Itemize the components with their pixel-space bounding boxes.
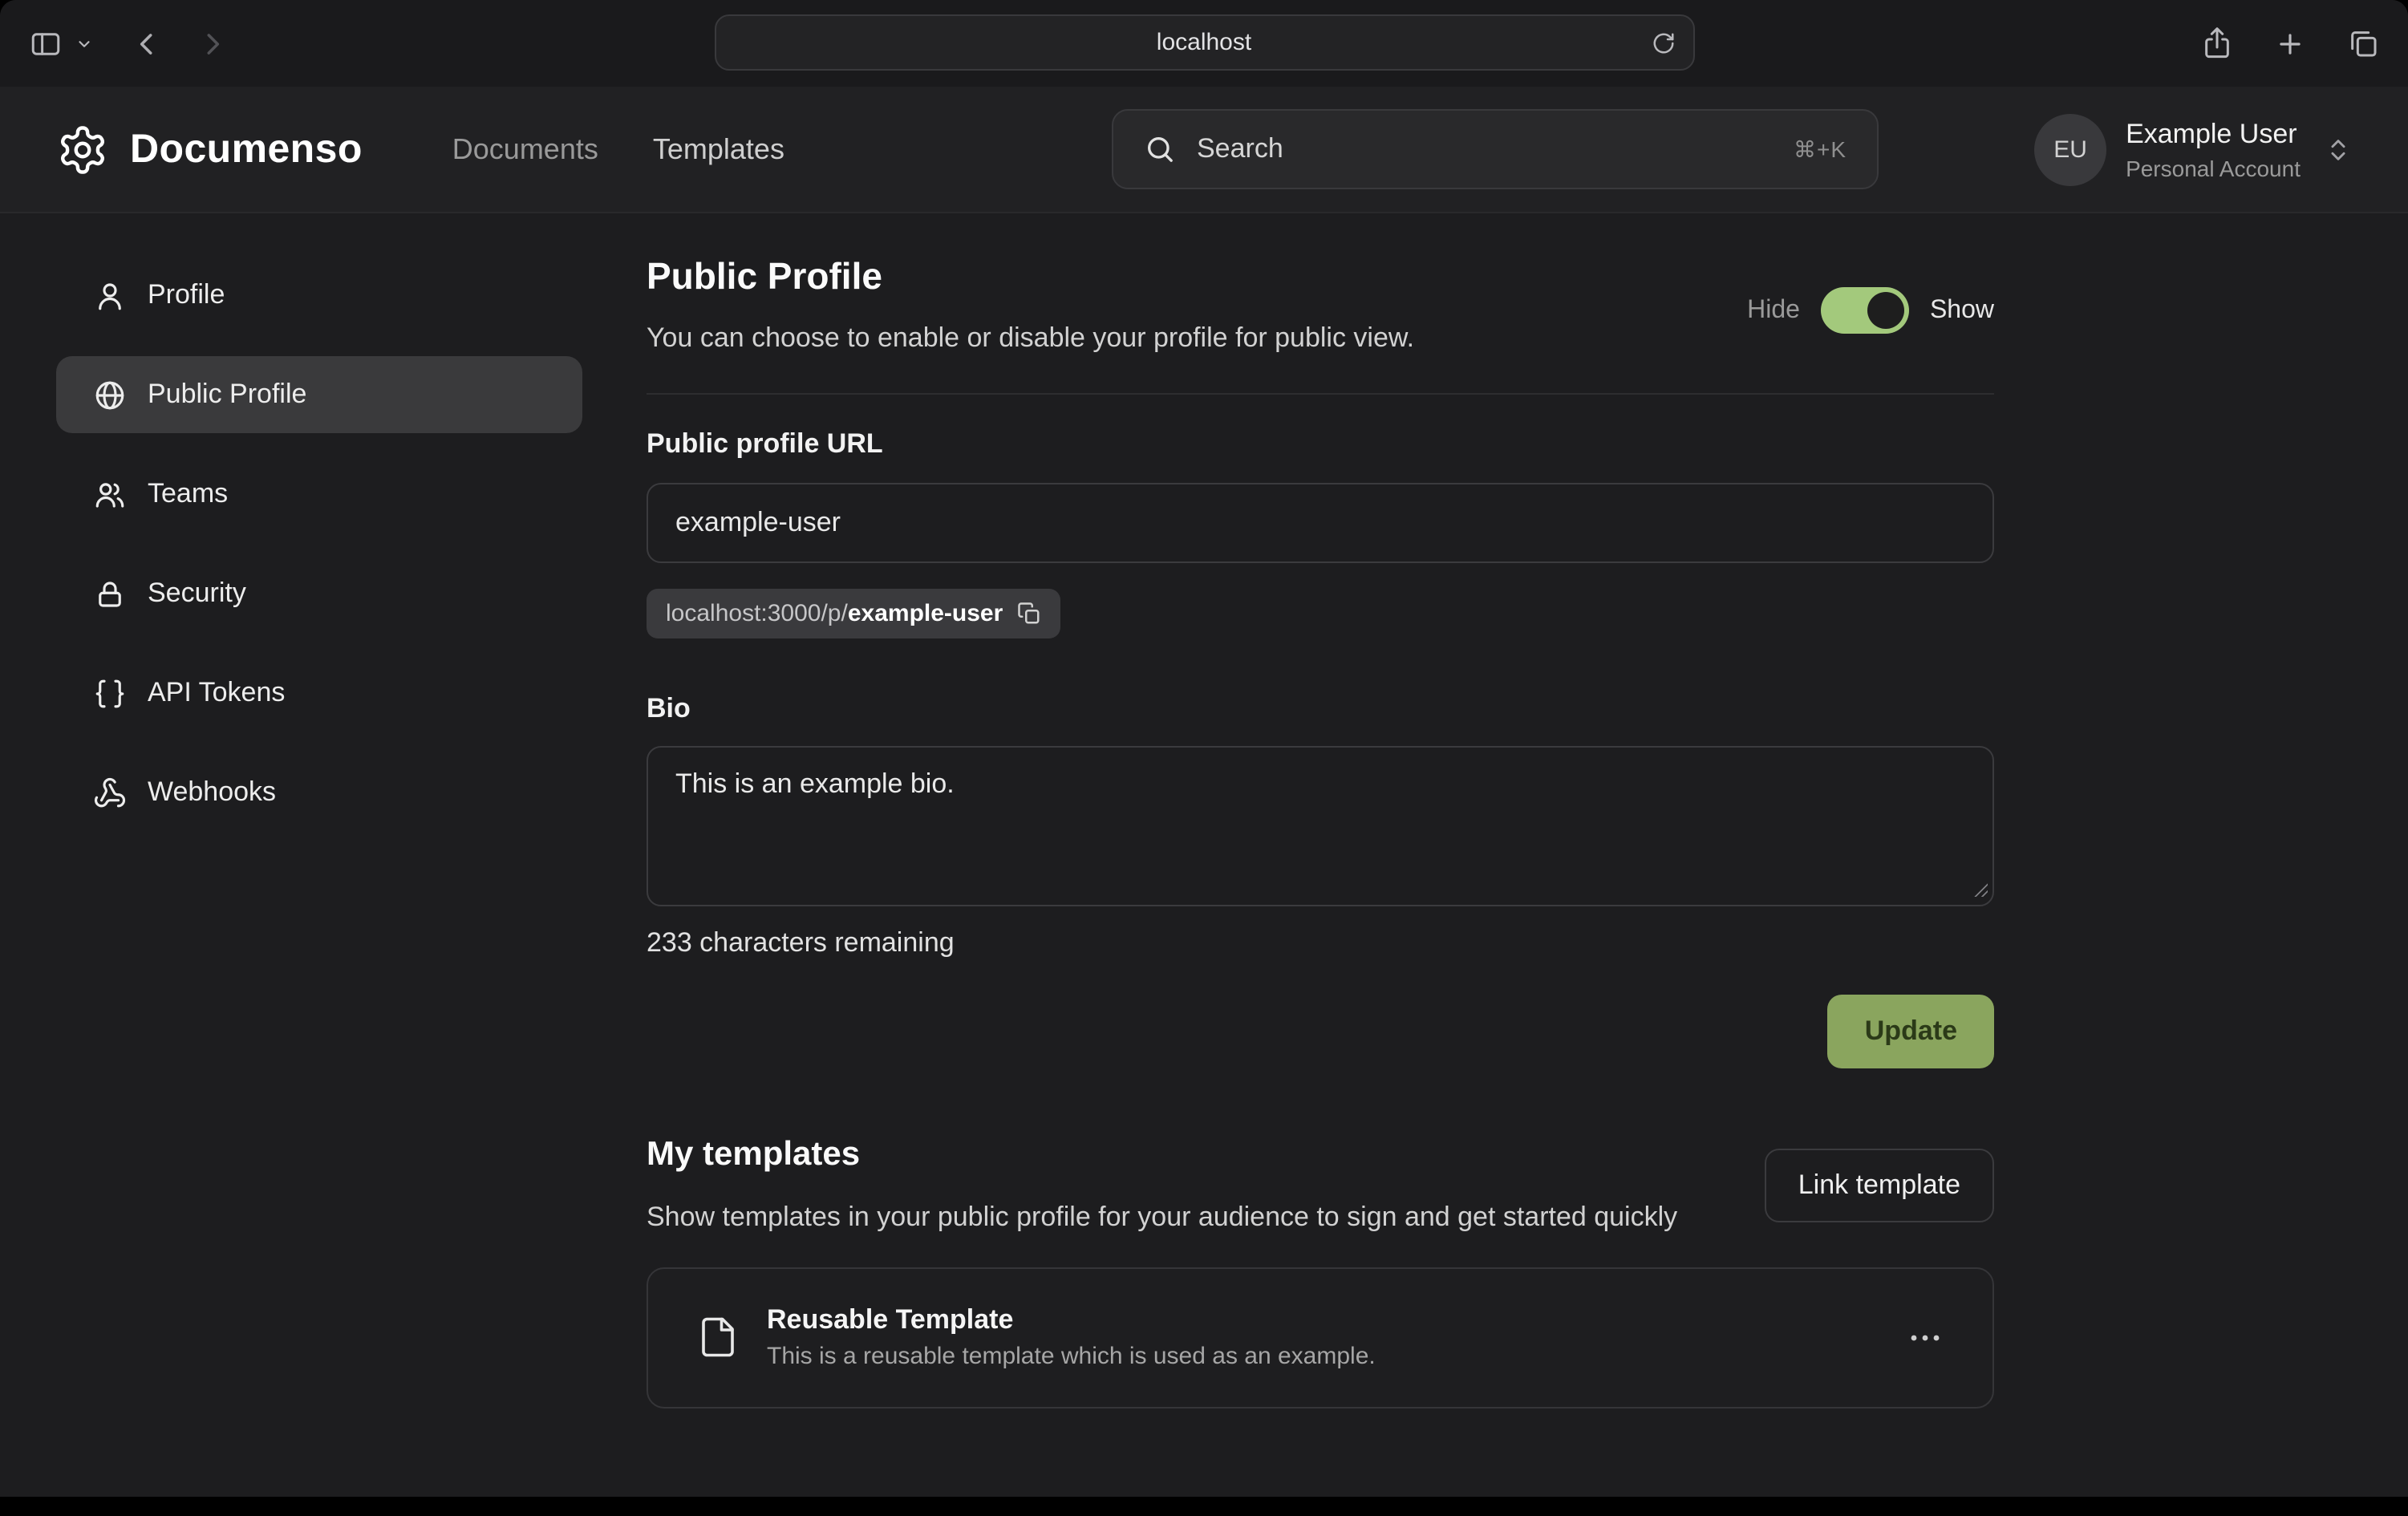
sidebar-item-security[interactable]: Security [56, 555, 582, 632]
profile-url-label: Public profile URL [647, 428, 1994, 460]
chevron-down-icon[interactable] [75, 34, 93, 52]
user-icon [91, 278, 127, 313]
template-info: Reusable Template This is a reusable tem… [767, 1304, 1376, 1370]
update-button-row: Update [647, 995, 1994, 1068]
profile-url-preview[interactable]: localhost:3000/p/example-user [647, 589, 1060, 638]
sidebar-item-api-tokens[interactable]: API Tokens [56, 655, 582, 732]
share-icon[interactable] [2201, 27, 2233, 59]
search-placeholder: Search [1197, 133, 1283, 165]
main-content: Public Profile You can choose to enable … [647, 213, 1994, 1408]
sidebar-item-label: Security [148, 578, 246, 610]
app-header: Documenso Documents Templates Search ⌘+K… [0, 87, 2408, 213]
sidebar-item-label: Public Profile [148, 379, 306, 411]
bio-textarea-wrap: This is an example bio. [647, 746, 1994, 906]
search-shortcut-badge: ⌘+K [1794, 136, 1847, 163]
account-menu[interactable]: EU Example User Personal Account [2034, 113, 2352, 185]
sidebar-item-label: API Tokens [148, 677, 285, 709]
url-slug: example-user [848, 600, 1003, 627]
my-templates-text: My templates Show templates in your publ… [647, 1136, 1677, 1238]
sidebar-item-label: Teams [148, 478, 228, 510]
template-card: Reusable Template This is a reusable tem… [647, 1267, 1994, 1408]
users-icon [91, 476, 127, 512]
lock-icon [91, 576, 127, 611]
ellipsis-icon[interactable] [1906, 1318, 1944, 1356]
globe-icon [91, 377, 127, 412]
update-button[interactable]: Update [1828, 995, 1994, 1068]
my-templates-header: My templates Show templates in your publ… [647, 1136, 1994, 1238]
sidebar-item-label: Profile [148, 279, 225, 311]
sidebar-item-public-profile[interactable]: Public Profile [56, 356, 582, 433]
bio-textarea[interactable]: This is an example bio. [647, 746, 1994, 906]
tab-overview-icon[interactable] [2347, 27, 2379, 59]
divider [647, 393, 1994, 395]
avatar: EU [2034, 113, 2106, 185]
profile-url-input[interactable] [647, 483, 1994, 563]
page-head: Public Profile You can choose to enable … [647, 213, 1994, 355]
browser-chrome: localhost [0, 0, 2408, 87]
new-tab-icon[interactable] [2275, 28, 2305, 59]
sidebar-item-teams[interactable]: Teams [56, 456, 582, 533]
copy-icon[interactable] [1017, 602, 1041, 626]
sidebar-item-label: Webhooks [148, 776, 276, 809]
toggle-knob [1867, 292, 1904, 329]
search-input[interactable]: Search ⌘+K [1112, 109, 1879, 189]
brand-name: Documenso [130, 126, 363, 172]
account-text: Example User Personal Account [2126, 118, 2301, 180]
sidebar-item-webhooks[interactable]: Webhooks [56, 754, 582, 831]
settings-sidebar: Profile Public Profile Teams Security [56, 257, 582, 831]
screen: localhost [0, 0, 2408, 1516]
forward-icon[interactable] [197, 28, 228, 59]
template-description: This is a reusable template which is use… [767, 1343, 1376, 1370]
primary-nav: Documents Templates [452, 132, 784, 166]
search-icon [1144, 133, 1176, 165]
account-name: Example User [2126, 118, 2301, 150]
visibility-toggle-row: Hide Show [1747, 287, 1994, 334]
account-type: Personal Account [2126, 155, 2301, 180]
sidebar-item-profile[interactable]: Profile [56, 257, 582, 334]
hide-label: Hide [1747, 296, 1800, 325]
chevrons-up-down-icon [2325, 136, 2352, 163]
url-text: localhost [1157, 29, 1251, 56]
nav-documents[interactable]: Documents [452, 132, 598, 166]
my-templates-description: Show templates in your public profile fo… [647, 1198, 1677, 1238]
url-prefix: localhost:3000/p/ [666, 600, 848, 627]
template-name: Reusable Template [767, 1304, 1376, 1336]
file-icon [696, 1311, 740, 1364]
address-bar[interactable]: localhost [714, 14, 1694, 71]
link-template-button[interactable]: Link template [1765, 1149, 1994, 1222]
documenso-logo-icon [56, 123, 109, 176]
nav-templates[interactable]: Templates [653, 132, 784, 166]
braces-icon [91, 675, 127, 711]
profile-visibility-toggle[interactable] [1821, 287, 1909, 334]
my-templates-title: My templates [647, 1136, 1677, 1174]
show-label: Show [1930, 296, 1994, 325]
back-icon[interactable] [132, 28, 162, 59]
browser-window: localhost [0, 0, 2408, 1497]
bio-label: Bio [647, 693, 1994, 725]
url-preview-text: localhost:3000/p/example-user [666, 600, 1003, 627]
sidebar-toggle-icon[interactable] [29, 26, 63, 60]
webhook-icon [91, 775, 127, 810]
chrome-left-controls [29, 26, 228, 60]
chrome-right-controls [2201, 27, 2379, 59]
brand[interactable]: Documenso [56, 123, 363, 176]
reload-icon[interactable] [1651, 30, 1675, 55]
characters-remaining: 233 characters remaining [647, 927, 1994, 959]
